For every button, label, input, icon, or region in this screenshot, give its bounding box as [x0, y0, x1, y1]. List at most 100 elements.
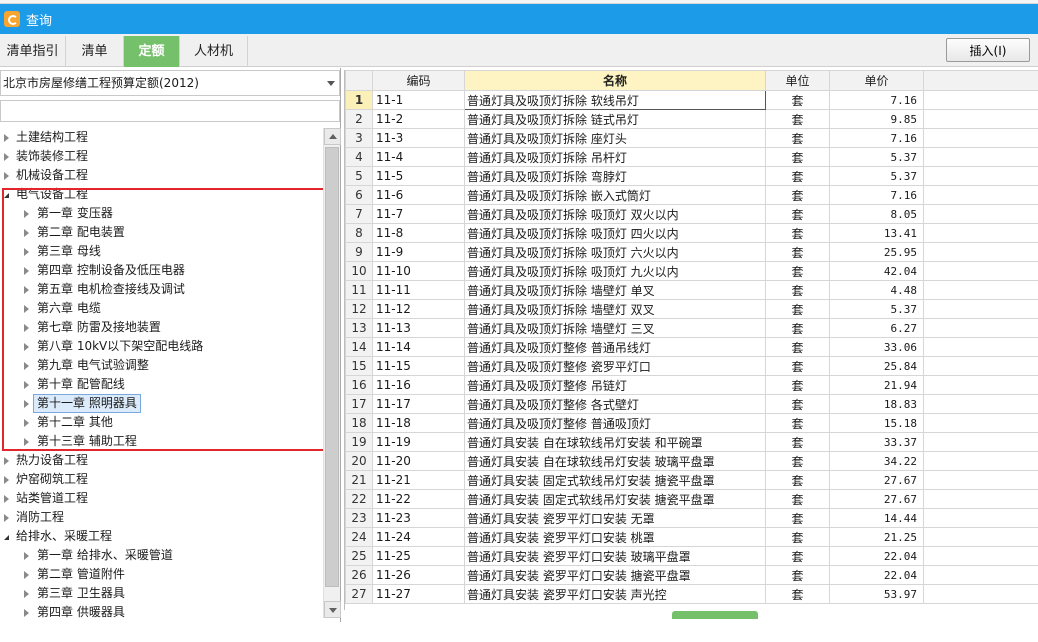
- row-number[interactable]: 12: [345, 299, 373, 319]
- cell-code[interactable]: 11-10: [372, 261, 465, 281]
- cell-name[interactable]: 普通灯具及吸顶灯拆除 吸顶灯 六火以内: [464, 242, 766, 262]
- collapse-arrow-icon[interactable]: [24, 210, 29, 218]
- collapse-arrow-icon[interactable]: [24, 438, 29, 446]
- cell-price[interactable]: 25.95: [829, 242, 924, 262]
- cell-price[interactable]: 42.04: [829, 261, 924, 281]
- collapse-arrow-icon[interactable]: [24, 286, 29, 294]
- cell-unit[interactable]: 套: [765, 185, 830, 205]
- tree-node[interactable]: 机械设备工程: [0, 166, 322, 185]
- row-number[interactable]: 13: [345, 318, 373, 338]
- cell-price[interactable]: 25.84: [829, 356, 924, 376]
- cell-code[interactable]: 11-21: [372, 470, 465, 490]
- table-row[interactable]: 25 11-25 普通灯具安装 瓷罗平灯口安装 玻璃平盘罩套 22.04: [345, 546, 1038, 566]
- collapse-arrow-icon[interactable]: [24, 305, 29, 313]
- cell-name[interactable]: 普通灯具安装 瓷罗平灯口安装 桃罩: [464, 527, 766, 547]
- collapse-arrow-icon[interactable]: [24, 609, 29, 617]
- tree-child-node[interactable]: 第三章 卫生器具: [0, 584, 322, 603]
- cell-name[interactable]: 普通灯具及吸顶灯拆除 吸顶灯 双火以内: [464, 204, 766, 224]
- row-number[interactable]: 16: [345, 375, 373, 395]
- cell-name[interactable]: 普通灯具及吸顶灯整修 普通吸顶灯: [464, 413, 766, 433]
- tree-child-node[interactable]: 第十二章 其他: [0, 413, 322, 432]
- table-row[interactable]: 22 11-22 普通灯具安装 固定式软线吊灯安装 搪瓷平盘罩套 27.67: [345, 489, 1038, 509]
- row-number[interactable]: 22: [345, 489, 373, 509]
- cell-code[interactable]: 11-9: [372, 242, 465, 262]
- table-row[interactable]: 20 11-20 普通灯具安装 自在球软线吊灯安装 玻璃平盘罩套 34.22: [345, 451, 1038, 471]
- cell-unit[interactable]: 套: [765, 128, 830, 148]
- table-row[interactable]: 6 11-6 普通灯具及吸顶灯拆除 嵌入式筒灯套 7.16: [345, 185, 1038, 205]
- cell-unit[interactable]: 套: [765, 451, 830, 471]
- table-row[interactable]: 15 11-15 普通灯具及吸顶灯整修 瓷罗平灯口套 25.84: [345, 356, 1038, 376]
- cell-name[interactable]: 普通灯具及吸顶灯整修 各式壁灯: [464, 394, 766, 414]
- collapse-arrow-icon[interactable]: [24, 571, 29, 579]
- cell-name[interactable]: 普通灯具及吸顶灯拆除 座灯头: [464, 128, 766, 148]
- tree-node[interactable]: 装饰装修工程: [0, 147, 322, 166]
- tree-child-node[interactable]: 第八章 10kV以下架空配电线路: [0, 337, 322, 356]
- search-input[interactable]: [0, 100, 340, 122]
- cell-unit[interactable]: 套: [765, 337, 830, 357]
- tree-child-node[interactable]: 第二章 配电装置: [0, 223, 322, 242]
- cell-price[interactable]: 21.94: [829, 375, 924, 395]
- splitter-handle[interactable]: [672, 611, 758, 619]
- cell-name[interactable]: 普通灯具安装 瓷罗平灯口安装 玻璃平盘罩: [464, 546, 766, 566]
- tree-node[interactable]: 热力设备工程: [0, 451, 322, 470]
- cell-code[interactable]: 11-27: [372, 584, 465, 604]
- cell-name[interactable]: 普通灯具及吸顶灯整修 瓷罗平灯口: [464, 356, 766, 376]
- cell-unit[interactable]: 套: [765, 489, 830, 509]
- cell-name[interactable]: 普通灯具及吸顶灯拆除 弯脖灯: [464, 166, 766, 186]
- row-number[interactable]: 18: [345, 413, 373, 433]
- tab-labor-material-machine[interactable]: 人材机: [180, 36, 248, 67]
- table-row[interactable]: 13 11-13 普通灯具及吸顶灯拆除 墙壁灯 三叉套 6.27: [345, 318, 1038, 338]
- cell-unit[interactable]: 套: [765, 546, 830, 566]
- cell-name[interactable]: 普通灯具安装 瓷罗平灯口安装 无罩: [464, 508, 766, 528]
- tree-node[interactable]: 炉窑砌筑工程: [0, 470, 322, 489]
- collapse-arrow-icon[interactable]: [4, 134, 9, 142]
- cell-unit[interactable]: 套: [765, 109, 830, 129]
- row-number[interactable]: 23: [345, 508, 373, 528]
- table-row[interactable]: 8 11-8 普通灯具及吸顶灯拆除 吸顶灯 四火以内套 13.41: [345, 223, 1038, 243]
- cell-unit[interactable]: 套: [765, 318, 830, 338]
- cell-name[interactable]: 普通灯具及吸顶灯拆除 链式吊灯: [464, 109, 766, 129]
- cell-name[interactable]: 普通灯具及吸顶灯拆除 吊杆灯: [464, 147, 766, 167]
- collapse-arrow-icon[interactable]: [24, 343, 29, 351]
- tree-child-node[interactable]: 第一章 给排水、采暖管道: [0, 546, 322, 565]
- row-number[interactable]: 25: [345, 546, 373, 566]
- cell-unit[interactable]: 套: [765, 147, 830, 167]
- tree-child-node[interactable]: 第七章 防雷及接地装置: [0, 318, 322, 337]
- cell-code[interactable]: 11-20: [372, 451, 465, 471]
- cell-code[interactable]: 11-19: [372, 432, 465, 452]
- row-number[interactable]: 20: [345, 451, 373, 471]
- collapse-arrow-icon[interactable]: [4, 476, 9, 484]
- cell-unit[interactable]: 套: [765, 280, 830, 300]
- tree-child-node[interactable]: 第十一章 照明器具: [0, 394, 322, 413]
- tree-node[interactable]: 消防工程: [0, 508, 322, 527]
- row-number[interactable]: 2: [345, 109, 373, 129]
- cell-price[interactable]: 34.22: [829, 451, 924, 471]
- cell-code[interactable]: 11-24: [372, 527, 465, 547]
- cell-unit[interactable]: 套: [765, 527, 830, 547]
- cell-code[interactable]: 11-18: [372, 413, 465, 433]
- cell-code[interactable]: 11-22: [372, 489, 465, 509]
- row-number[interactable]: 5: [345, 166, 373, 186]
- cell-unit[interactable]: 套: [765, 432, 830, 452]
- cell-unit[interactable]: 套: [765, 242, 830, 262]
- row-number[interactable]: 19: [345, 432, 373, 452]
- collapse-arrow-icon[interactable]: [4, 172, 9, 180]
- collapse-arrow-icon[interactable]: [24, 400, 29, 408]
- cell-name[interactable]: 普通灯具及吸顶灯拆除 嵌入式筒灯: [464, 185, 766, 205]
- cell-code[interactable]: 11-17: [372, 394, 465, 414]
- row-number[interactable]: 21: [345, 470, 373, 490]
- cell-code[interactable]: 11-8: [372, 223, 465, 243]
- row-number[interactable]: 1: [345, 90, 373, 110]
- scroll-thumb[interactable]: [325, 147, 339, 587]
- table-row[interactable]: 1 11-1 普通灯具及吸顶灯拆除 软线吊灯套 7.16: [345, 90, 1038, 110]
- cell-code[interactable]: 11-2: [372, 109, 465, 129]
- cell-code[interactable]: 11-5: [372, 166, 465, 186]
- cell-code[interactable]: 11-7: [372, 204, 465, 224]
- cell-price[interactable]: 7.16: [829, 128, 924, 148]
- cell-name[interactable]: 普通灯具及吸顶灯拆除 墙壁灯 三叉: [464, 318, 766, 338]
- cell-price[interactable]: 8.05: [829, 204, 924, 224]
- cell-unit[interactable]: 套: [765, 565, 830, 585]
- tab-list[interactable]: 清单: [66, 36, 124, 67]
- cell-code[interactable]: 11-4: [372, 147, 465, 167]
- cell-code[interactable]: 11-1: [372, 90, 465, 110]
